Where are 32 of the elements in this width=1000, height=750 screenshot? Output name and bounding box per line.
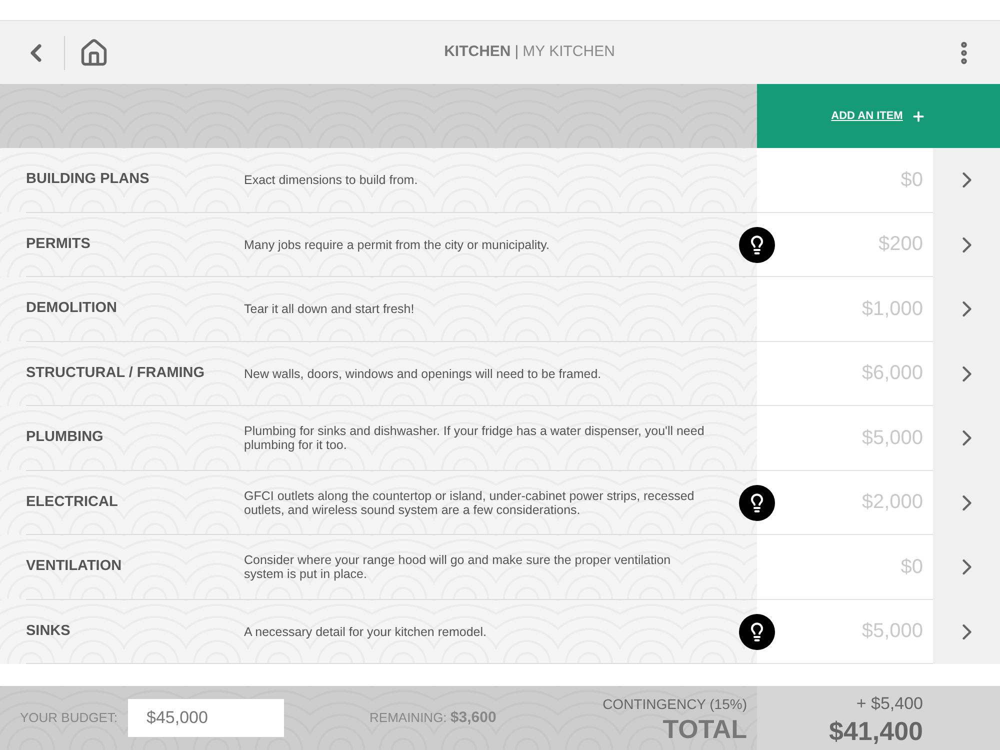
contingency-value: + $5,400 <box>856 693 923 716</box>
lightbulb-tip-icon[interactable] <box>739 484 775 521</box>
page-title: KITCHEN <box>444 42 511 62</box>
total-value: $41,400 <box>829 716 923 745</box>
item-description: A necessary detail for your kitchen remodel. <box>244 624 488 639</box>
plus-icon <box>910 108 926 124</box>
budget-input[interactable]: $45,000 <box>128 699 284 737</box>
add-item-button[interactable]: ADD AN ITEM <box>757 84 1000 148</box>
item-description: Tear it all down and start fresh! <box>244 302 416 316</box>
item-name: VENTILATION <box>25 557 123 576</box>
item-name: STRUCTURAL / FRAMING <box>25 364 206 383</box>
item-name: BUILDING PLANS <box>25 170 150 190</box>
item-name: SINKS <box>25 622 72 641</box>
lightbulb-tip-icon[interactable] <box>739 614 775 650</box>
contingency-label: CONTINGENCY (15%) <box>602 694 747 714</box>
lightbulb-tip-icon[interactable] <box>739 226 775 263</box>
total-label: TOTAL <box>662 714 747 742</box>
item-description: GFCI outlets along the countertop or island, under-cabinet power strips, recessed outlets, and wireless sound system are a few considerations. <box>244 488 696 517</box>
item-description: Many jobs require a permit from the city or municipality. <box>244 238 550 252</box>
home-icon[interactable] <box>79 38 109 68</box>
budget-label: YOUR BUDGET: <box>20 709 118 728</box>
page-subtitle: MY KITCHEN <box>522 42 615 62</box>
item-name: DEMOLITION <box>25 299 118 318</box>
item-description: New walls, doors, windows and openings will need to be framed. <box>244 366 602 381</box>
item-name: ELECTRICAL <box>25 492 119 512</box>
item-description: Consider where your range hood will go and make sure the proper ventilation system is put in place. <box>244 553 672 582</box>
item-description: Exact dimensions to build from. <box>244 173 419 188</box>
item-name: PLUMBING <box>25 428 104 448</box>
item-description: Plumbing for sinks and dishwasher. If your fridge has a water dispenser, you'll need plumbing for it too. <box>244 424 706 452</box>
item-name: PERMITS <box>25 234 92 254</box>
title-separator: | <box>514 42 519 62</box>
remaining-text: REMAINING: $3,600 <box>370 708 496 728</box>
